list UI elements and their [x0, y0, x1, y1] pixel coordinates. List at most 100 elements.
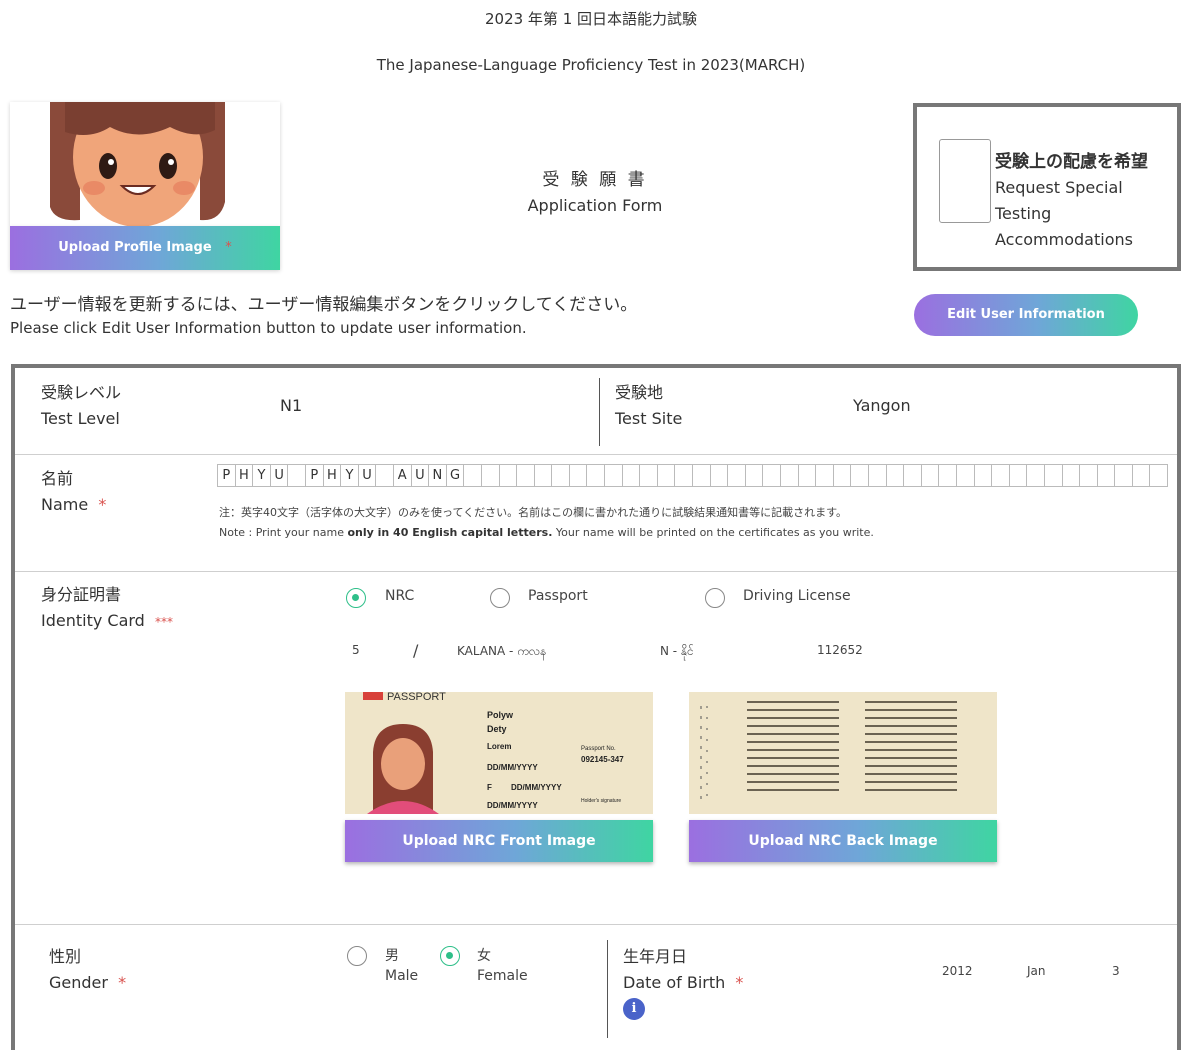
- passport-date: DD/MM/YYYY: [511, 783, 562, 792]
- upload-profile-image-button[interactable]: Upload Profile Image *: [10, 226, 280, 270]
- name-char-cell[interactable]: [710, 464, 729, 487]
- name-char-cell[interactable]: [569, 464, 588, 487]
- name-char-cell[interactable]: [517, 464, 535, 487]
- name-char-cell[interactable]: [640, 464, 658, 487]
- name-char-cell[interactable]: [1150, 464, 1169, 487]
- edit-user-information-button[interactable]: Edit User Information: [914, 294, 1138, 336]
- gender-label-jp: 性別: [49, 947, 82, 966]
- row-divider: [607, 940, 608, 1038]
- name-char-cell[interactable]: P: [305, 464, 324, 487]
- name-char-cell[interactable]: [481, 464, 500, 487]
- name-label: 名前 Name *: [41, 466, 106, 518]
- name-char-cell[interactable]: [798, 464, 817, 487]
- id-type-nrc-radio[interactable]: [346, 588, 366, 608]
- test-site-label: 受験地 Test Site: [615, 380, 682, 432]
- nrc-state-select[interactable]: 5: [352, 643, 360, 657]
- name-char-cell[interactable]: [288, 464, 306, 487]
- name-char-cell[interactable]: [833, 464, 852, 487]
- name-char-cell[interactable]: [499, 464, 518, 487]
- dob-month-select[interactable]: Jan: [1027, 964, 1046, 978]
- dob-label-jp: 生年月日: [623, 947, 688, 966]
- passport-signature-label: Holder's signature: [581, 798, 621, 804]
- upload-profile-image-label: Upload Profile Image: [58, 240, 212, 255]
- name-char-cell[interactable]: [464, 464, 482, 487]
- special-accommodations-box: 受験上の配慮を希望 Request Special Testing Accomm…: [913, 103, 1181, 271]
- name-char-cell[interactable]: [868, 464, 887, 487]
- upload-nrc-front-button[interactable]: Upload NRC Front Image: [345, 820, 653, 862]
- gender-male-label: 男 Male: [385, 946, 418, 986]
- instruction-jp: ユーザー情報を更新するには、ユーザー情報編集ボタンをクリックしてください。: [10, 295, 638, 315]
- id-type-driving-license-label: Driving License: [743, 588, 851, 604]
- name-label-en: Name: [41, 495, 89, 514]
- special-label-en-2: Testing: [995, 204, 1052, 223]
- passport-header-text: PASSPORT: [387, 692, 446, 703]
- name-character-grid[interactable]: PHYUPHYUAUNG: [217, 464, 1169, 487]
- dob-day-select[interactable]: 3: [1112, 964, 1120, 978]
- name-char-cell[interactable]: [693, 464, 711, 487]
- name-char-cell[interactable]: [376, 464, 394, 487]
- name-char-cell[interactable]: [728, 464, 746, 487]
- dob-year-select[interactable]: 2012: [942, 964, 973, 978]
- required-mark: *: [98, 495, 107, 514]
- gender-label-en: Gender: [49, 973, 108, 992]
- name-char-cell[interactable]: H: [323, 464, 342, 487]
- special-label-en-1: Request Special: [995, 178, 1123, 197]
- gender-female-radio[interactable]: [440, 946, 460, 966]
- passport-dob: DD/MM/YYYY: [487, 763, 538, 772]
- name-char-cell[interactable]: G: [446, 464, 465, 487]
- name-char-cell[interactable]: H: [235, 464, 254, 487]
- form-title: 受 験 願 書 Application Form: [490, 165, 700, 215]
- name-char-cell[interactable]: [992, 464, 1010, 487]
- name-char-cell[interactable]: Y: [253, 464, 271, 487]
- name-char-cell[interactable]: U: [358, 464, 377, 487]
- name-char-cell[interactable]: [1027, 464, 1045, 487]
- name-char-cell[interactable]: [1044, 464, 1063, 487]
- name-char-cell[interactable]: [675, 464, 694, 487]
- name-char-cell[interactable]: A: [393, 464, 412, 487]
- identity-label-en: Identity Card: [41, 611, 145, 630]
- name-char-cell[interactable]: [781, 464, 799, 487]
- name-char-cell[interactable]: [886, 464, 905, 487]
- id-type-passport-radio[interactable]: [490, 588, 510, 608]
- special-label-en-3: Accommodations: [995, 230, 1133, 249]
- name-char-cell[interactable]: [851, 464, 869, 487]
- name-char-cell[interactable]: [939, 464, 957, 487]
- name-char-cell[interactable]: P: [218, 464, 236, 487]
- nrc-township-select[interactable]: KALANA - ကလန: [457, 643, 546, 661]
- name-char-cell[interactable]: [657, 464, 676, 487]
- name-char-cell[interactable]: [552, 464, 570, 487]
- name-char-cell[interactable]: [974, 464, 993, 487]
- name-char-cell[interactable]: [904, 464, 922, 487]
- special-accommodations-checkbox[interactable]: [939, 139, 991, 223]
- info-icon[interactable]: i: [623, 998, 645, 1020]
- name-char-cell[interactable]: [622, 464, 641, 487]
- upload-nrc-back-button[interactable]: Upload NRC Back Image: [689, 820, 997, 862]
- test-level-value: N1: [280, 396, 303, 415]
- name-char-cell[interactable]: [1062, 464, 1081, 487]
- gender-female-label-en: Female: [477, 968, 528, 984]
- nrc-number-input[interactable]: 112652: [817, 643, 863, 657]
- application-form-panel: 受験レベル Test Level N1 受験地 Test Site Yangon…: [11, 364, 1181, 1050]
- name-char-cell[interactable]: [1080, 464, 1098, 487]
- name-char-cell[interactable]: U: [270, 464, 289, 487]
- name-char-cell[interactable]: [745, 464, 764, 487]
- name-char-cell[interactable]: [763, 464, 781, 487]
- name-char-cell[interactable]: [816, 464, 834, 487]
- id-type-driving-license-radio[interactable]: [705, 588, 725, 608]
- name-char-cell[interactable]: [921, 464, 940, 487]
- nrc-type-select[interactable]: N - နိုင်: [660, 643, 694, 661]
- name-char-cell[interactable]: [1097, 464, 1116, 487]
- name-char-cell[interactable]: Y: [341, 464, 359, 487]
- name-char-cell[interactable]: U: [411, 464, 430, 487]
- name-char-cell[interactable]: [1132, 464, 1151, 487]
- name-char-cell[interactable]: [605, 464, 623, 487]
- form-title-en: Application Form: [527, 196, 663, 215]
- name-char-cell[interactable]: [534, 464, 553, 487]
- form-title-jp: 受 験 願 書: [542, 170, 648, 190]
- name-char-cell[interactable]: [956, 464, 975, 487]
- name-char-cell[interactable]: N: [429, 464, 447, 487]
- name-char-cell[interactable]: [1009, 464, 1028, 487]
- name-char-cell[interactable]: [1115, 464, 1133, 487]
- gender-male-radio[interactable]: [347, 946, 367, 966]
- name-char-cell[interactable]: [587, 464, 606, 487]
